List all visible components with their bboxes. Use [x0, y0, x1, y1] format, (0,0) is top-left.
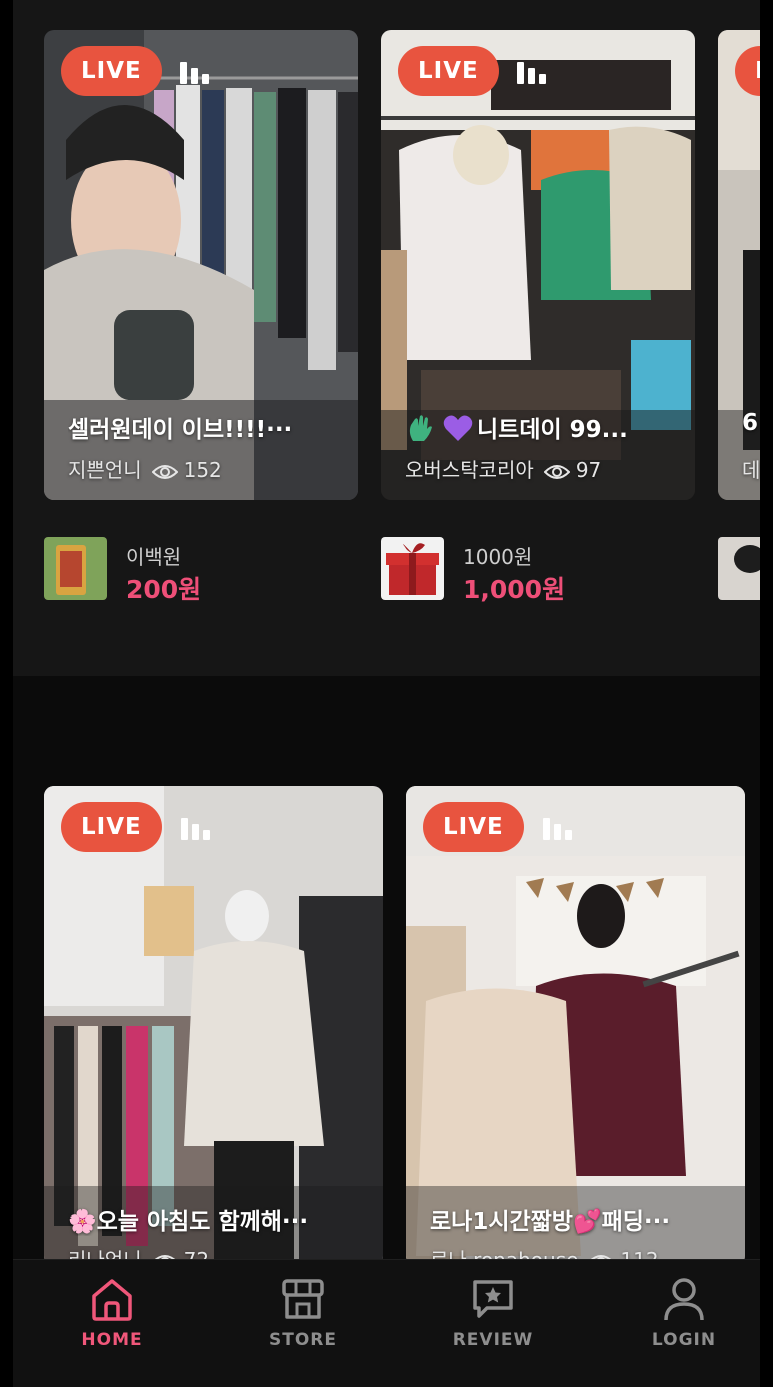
live-title: 셀러원데이 이브!!!!···: [68, 417, 293, 443]
live-meta: 오버스탁코리아 97: [405, 454, 601, 483]
live-title: 🌸오늘 아침도 함께해···: [68, 1209, 309, 1235]
bottom-nav: HOME STORE REVIEW LOGIN: [13, 1259, 760, 1387]
live-card[interactable]: LIVE 🌸오늘 아침도 함께해··· 리나언니 72: [44, 786, 383, 1266]
product-image: [718, 537, 760, 600]
product-image: [44, 537, 107, 600]
eye-icon: [151, 465, 178, 479]
live-badge: LIVE: [423, 802, 524, 852]
eye-icon: [543, 465, 570, 479]
live-badge: LIVE: [61, 46, 162, 96]
host-name: 오버스탁코리아: [405, 458, 534, 482]
nav-label: HOME: [81, 1330, 143, 1350]
product-item[interactable]: [718, 537, 760, 601]
viewer-bars-icon: [180, 58, 210, 84]
live-carousel-section: LIVE 셀러원데이 이브!!!!··· 지쁜언니 152 LIVE 니트데이 …: [13, 0, 760, 676]
live-thumbnail: [44, 786, 383, 1266]
nav-store[interactable]: STORE: [243, 1260, 363, 1387]
store-icon: [282, 1279, 324, 1319]
live-card[interactable]: LIVE 로나1시간짧방💕패딩··· 로나 ronahouse 112: [406, 786, 745, 1266]
product-item[interactable]: 1000원 1,000원: [381, 537, 681, 604]
user-icon: [664, 1278, 704, 1321]
product-price: 200원: [126, 575, 202, 604]
nav-review[interactable]: REVIEW: [433, 1260, 553, 1387]
product-item[interactable]: 이백원 200원: [44, 537, 344, 604]
nav-label: LOGIN: [651, 1330, 717, 1350]
host-name: 데: [742, 458, 760, 482]
nav-login[interactable]: LOGIN: [624, 1260, 744, 1387]
live-meta: 데: [742, 454, 760, 483]
view-count: 152: [183, 458, 222, 482]
right-edge: [760, 0, 773, 1387]
live-meta: 지쁜언니 152: [68, 454, 222, 483]
live-title: 로나1시간짧방💕패딩···: [430, 1209, 671, 1235]
host-name: 지쁜언니: [68, 458, 142, 482]
nav-home[interactable]: HOME: [52, 1260, 172, 1387]
viewer-bars-icon: [517, 58, 547, 84]
waving-hand-icon: [409, 415, 432, 441]
product-price: 1,000원: [463, 575, 566, 604]
live-badge: LIVE: [398, 46, 499, 96]
nav-label: REVIEW: [452, 1330, 534, 1350]
viewer-bars-icon: [543, 814, 573, 840]
live-title-text: 니트데이 99...: [477, 417, 628, 443]
live-thumbnail: [406, 786, 745, 1266]
view-count: 97: [575, 458, 602, 482]
live-card[interactable]: LIVE 셀러원데이 이브!!!!··· 지쁜언니 152: [44, 30, 358, 500]
live-badge: LIVE: [61, 802, 162, 852]
review-icon: [473, 1280, 513, 1318]
purple-heart-icon: [443, 415, 473, 441]
nav-label: STORE: [269, 1330, 337, 1350]
live-title: 6: [742, 410, 759, 436]
viewer-bars-icon: [181, 814, 211, 840]
product-image: [381, 537, 444, 600]
product-name: 1000원: [463, 545, 533, 569]
product-name: 이백원: [126, 545, 182, 569]
live-card[interactable]: LIVE 니트데이 99... 오버스탁코리아 97: [381, 30, 695, 500]
live-title: 니트데이 99...: [405, 410, 685, 444]
app-screen: LIVE 셀러원데이 이브!!!!··· 지쁜언니 152 LIVE 니트데이 …: [0, 0, 773, 1387]
home-icon: [92, 1279, 132, 1321]
live-card[interactable]: LIVE 6 데: [718, 30, 760, 500]
